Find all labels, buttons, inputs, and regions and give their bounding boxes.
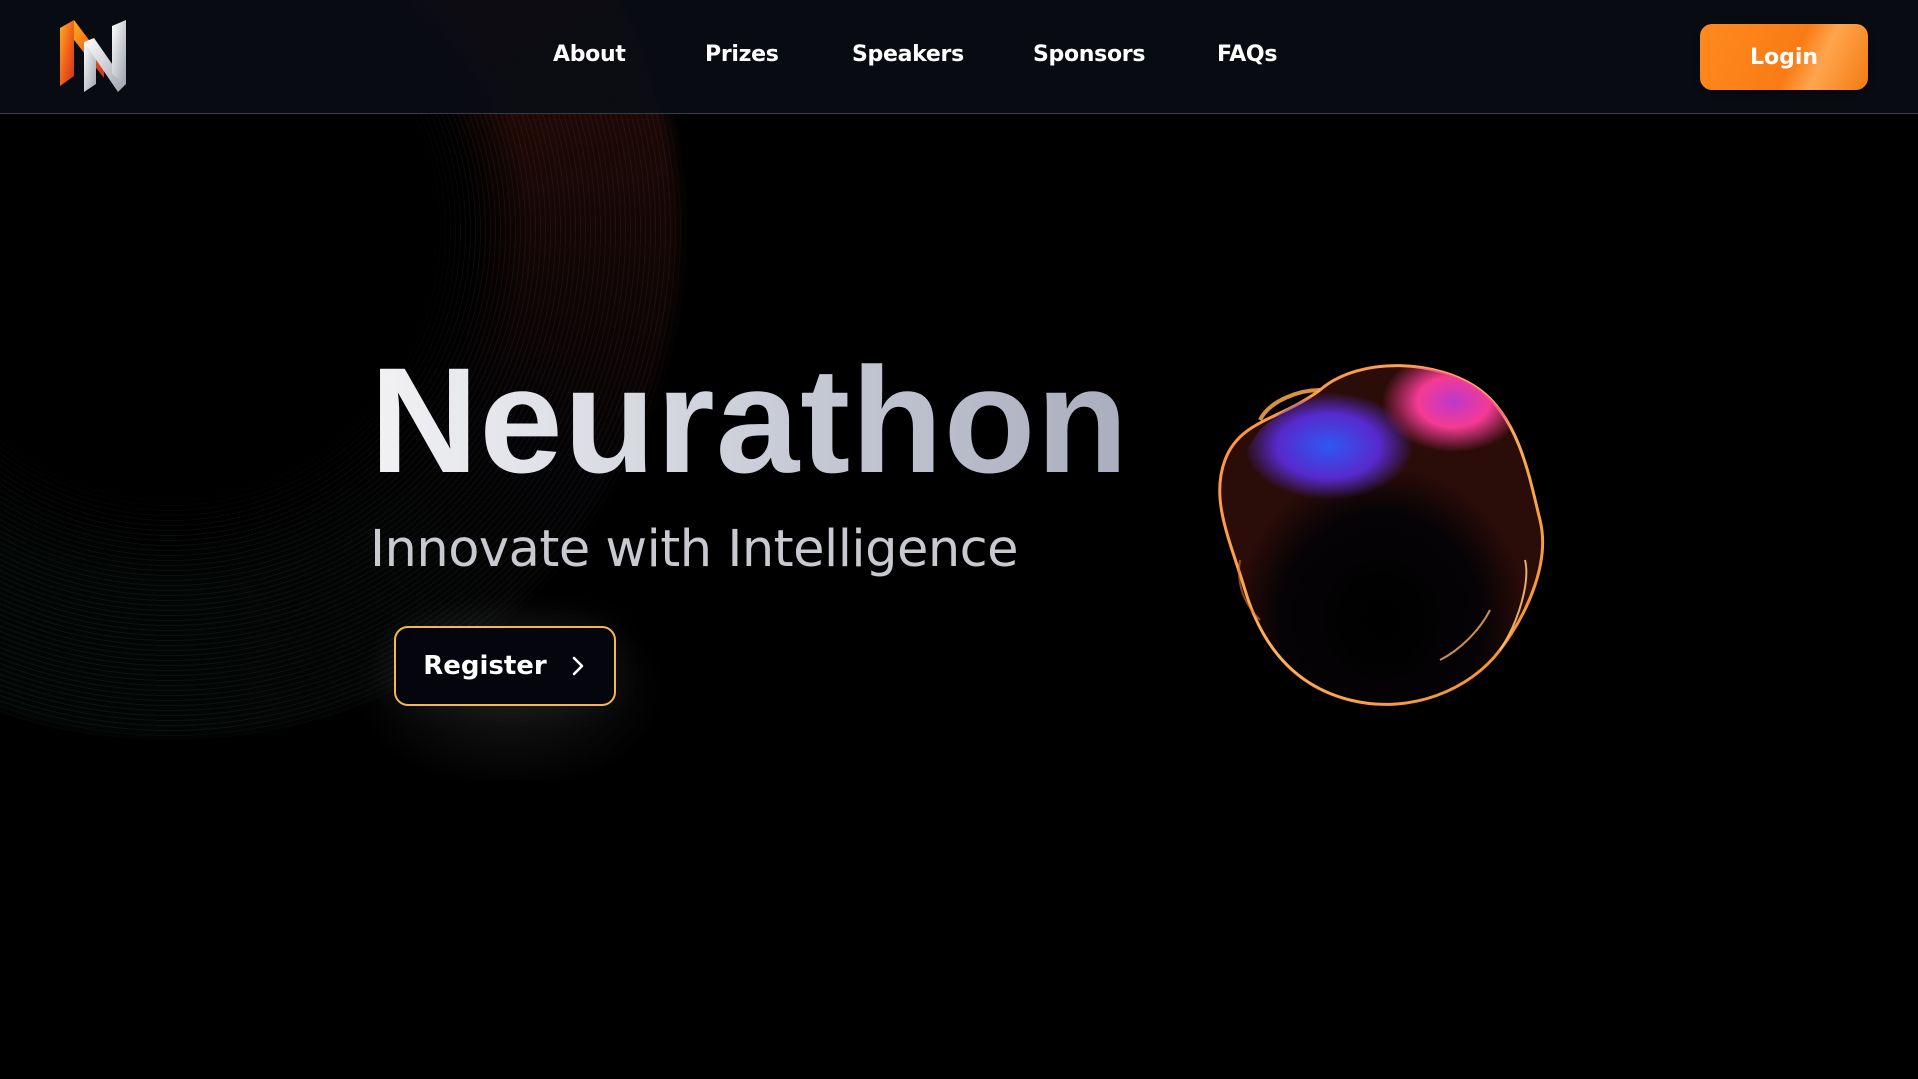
hero-title: Neurathon	[370, 336, 1129, 504]
nav-sponsors[interactable]: Sponsors	[1033, 42, 1145, 67]
top-navbar: About Prizes Speakers Sponsors FAQs Logi…	[0, 0, 1918, 114]
chevron-right-icon	[572, 656, 584, 676]
register-button[interactable]: Register	[394, 626, 616, 706]
nav-about[interactable]: About	[553, 42, 626, 67]
login-button[interactable]: Login	[1700, 24, 1868, 90]
nav-prizes[interactable]: Prizes	[705, 42, 779, 67]
main-nav: About Prizes Speakers Sponsors FAQs	[0, 0, 1918, 114]
iridescent-blob-graphic	[1218, 364, 1545, 706]
nav-faqs[interactable]: FAQs	[1217, 42, 1277, 67]
page: About Prizes Speakers Sponsors FAQs Logi…	[0, 0, 1918, 1079]
register-button-label: Register	[423, 651, 547, 681]
hero-subtitle: Innovate with Intelligence	[370, 520, 1019, 579]
nav-speakers[interactable]: Speakers	[852, 42, 964, 67]
